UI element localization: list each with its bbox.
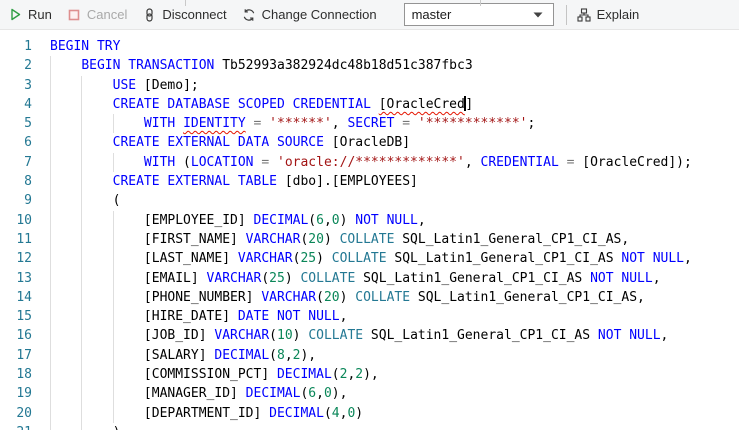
disconnect-label: Disconnect bbox=[162, 7, 226, 22]
line-number: 3 bbox=[0, 76, 32, 95]
hierarchy-chart-icon bbox=[577, 7, 592, 22]
code-text: [DEPARTMENT_ID] DECIMAL(4,0) bbox=[50, 404, 363, 423]
code-line[interactable]: 3 USE [Demo]; bbox=[0, 76, 739, 95]
code-text: [HIRE_DATE] DATE NOT NULL, bbox=[50, 307, 347, 326]
code-line[interactable]: 19 [MANAGER_ID] DECIMAL(6,0), bbox=[0, 384, 739, 403]
code-text: [EMPLOYEE_ID] DECIMAL(6,0) NOT NULL, bbox=[50, 211, 426, 230]
code-line[interactable]: 13 [EMAIL] VARCHAR(25) COLLATE SQL_Latin… bbox=[0, 269, 739, 288]
code-text: WITH IDENTITY = '******', SECRET = '****… bbox=[50, 114, 535, 133]
code-text: ( bbox=[50, 191, 120, 210]
line-number: 11 bbox=[0, 230, 32, 249]
explain-button[interactable]: Explain bbox=[577, 7, 640, 22]
line-number: 12 bbox=[0, 249, 32, 268]
change-connection-label: Change Connection bbox=[262, 7, 377, 22]
code-line[interactable]: 6 CREATE EXTERNAL DATA SOURCE [OracleDB] bbox=[0, 133, 739, 152]
line-number: 1 bbox=[0, 37, 32, 56]
code-text: BEGIN TRY bbox=[50, 37, 120, 56]
database-dropdown[interactable]: master bbox=[404, 3, 554, 26]
cancel-label: Cancel bbox=[87, 7, 127, 22]
code-line[interactable]: 18 [COMMISSION_PCT] DECIMAL(2,2), bbox=[0, 365, 739, 384]
code-line[interactable]: 14 [PHONE_NUMBER] VARCHAR(20) COLLATE SQ… bbox=[0, 288, 739, 307]
line-number: 15 bbox=[0, 307, 32, 326]
cancel-button: Cancel bbox=[67, 7, 127, 22]
code-text: [PHONE_NUMBER] VARCHAR(20) COLLATE SQL_L… bbox=[50, 288, 645, 307]
line-number: 17 bbox=[0, 346, 32, 365]
line-number: 20 bbox=[0, 404, 32, 423]
run-label: Run bbox=[28, 7, 52, 22]
caret-down-icon bbox=[531, 7, 546, 22]
line-number: 4 bbox=[0, 95, 32, 114]
toolbar-separator bbox=[566, 5, 567, 25]
code-text: CREATE EXTERNAL TABLE [dbo].[EMPLOYEES] bbox=[50, 172, 418, 191]
change-connection-button[interactable]: Change Connection bbox=[242, 7, 377, 22]
code-line[interactable]: 9 ( bbox=[0, 191, 739, 210]
code-text: [MANAGER_ID] DECIMAL(6,0), bbox=[50, 384, 347, 403]
window-artifact-tick bbox=[185, 0, 186, 6]
line-number: 10 bbox=[0, 211, 32, 230]
code-text: [COMMISSION_PCT] DECIMAL(2,2), bbox=[50, 365, 379, 384]
line-number: 19 bbox=[0, 384, 32, 403]
code-line[interactable]: 12 [LAST_NAME] VARCHAR(25) COLLATE SQL_L… bbox=[0, 249, 739, 268]
code-text: [LAST_NAME] VARCHAR(25) COLLATE SQL_Lati… bbox=[50, 249, 692, 268]
code-line[interactable]: 11 [FIRST_NAME] VARCHAR(20) COLLATE SQL_… bbox=[0, 230, 739, 249]
window-artifact-tick bbox=[480, 0, 481, 6]
line-number: 9 bbox=[0, 191, 32, 210]
code-text: CREATE EXTERNAL DATA SOURCE [OracleDB] bbox=[50, 133, 410, 152]
code-text: [EMAIL] VARCHAR(25) COLLATE SQL_Latin1_G… bbox=[50, 269, 661, 288]
code-text: CREATE DATABASE SCOPED CREDENTIAL [Oracl… bbox=[50, 95, 473, 114]
line-number: 16 bbox=[0, 326, 32, 345]
line-number: 14 bbox=[0, 288, 32, 307]
code-line[interactable]: 1 BEGIN TRY bbox=[0, 37, 739, 56]
circular-arrows-icon bbox=[242, 7, 257, 22]
code-text: [JOB_ID] VARCHAR(10) COLLATE SQL_Latin1_… bbox=[50, 326, 668, 345]
code-text: [FIRST_NAME] VARCHAR(20) COLLATE SQL_Lat… bbox=[50, 230, 629, 249]
code-text: WITH (LOCATION = 'oracle://*************… bbox=[50, 153, 692, 172]
code-text: ) bbox=[50, 423, 120, 430]
code-line[interactable]: 4 CREATE DATABASE SCOPED CREDENTIAL [Ora… bbox=[0, 95, 739, 114]
code-line[interactable]: 21 ) bbox=[0, 423, 739, 430]
run-play-icon bbox=[8, 7, 23, 22]
code-text: [SALARY] DECIMAL(8,2), bbox=[50, 346, 316, 365]
line-number: 5 bbox=[0, 114, 32, 133]
line-number: 13 bbox=[0, 269, 32, 288]
query-editor-window: Run Cancel Disconnect Change bbox=[0, 0, 739, 430]
explain-label: Explain bbox=[597, 7, 640, 22]
code-line[interactable]: 15 [HIRE_DATE] DATE NOT NULL, bbox=[0, 307, 739, 326]
run-button[interactable]: Run bbox=[8, 7, 52, 22]
line-number: 7 bbox=[0, 153, 32, 172]
line-number: 6 bbox=[0, 133, 32, 152]
line-number: 21 bbox=[0, 423, 32, 430]
disconnect-button[interactable]: Disconnect bbox=[142, 7, 226, 22]
code-line[interactable]: 5 WITH IDENTITY = '******', SECRET = '**… bbox=[0, 114, 739, 133]
code-line[interactable]: 16 [JOB_ID] VARCHAR(10) COLLATE SQL_Lati… bbox=[0, 326, 739, 345]
editor-lines: 1BEGIN TRY2 BEGIN TRANSACTION Tb52993a38… bbox=[0, 37, 739, 430]
line-number: 18 bbox=[0, 365, 32, 384]
code-text: USE [Demo]; bbox=[50, 76, 199, 95]
sql-editor[interactable]: 1BEGIN TRY2 BEGIN TRANSACTION Tb52993a38… bbox=[0, 30, 739, 430]
code-line[interactable]: 8 CREATE EXTERNAL TABLE [dbo].[EMPLOYEES… bbox=[0, 172, 739, 191]
code-line[interactable]: 17 [SALARY] DECIMAL(8,2), bbox=[0, 346, 739, 365]
query-toolbar: Run Cancel Disconnect Change bbox=[0, 0, 739, 30]
line-number: 2 bbox=[0, 56, 32, 75]
database-dropdown-value: master bbox=[412, 7, 452, 22]
line-number: 8 bbox=[0, 172, 32, 191]
code-line[interactable]: 7 WITH (LOCATION = 'oracle://***********… bbox=[0, 153, 739, 172]
code-text: BEGIN TRANSACTION Tb52993a382924dc48b18d… bbox=[50, 56, 473, 75]
chain-link-icon bbox=[142, 7, 157, 22]
code-line[interactable]: 2 BEGIN TRANSACTION Tb52993a382924dc48b1… bbox=[0, 56, 739, 75]
code-line[interactable]: 20 [DEPARTMENT_ID] DECIMAL(4,0) bbox=[0, 404, 739, 423]
code-line[interactable]: 10 [EMPLOYEE_ID] DECIMAL(6,0) NOT NULL, bbox=[0, 211, 739, 230]
cancel-square-icon bbox=[67, 7, 82, 22]
